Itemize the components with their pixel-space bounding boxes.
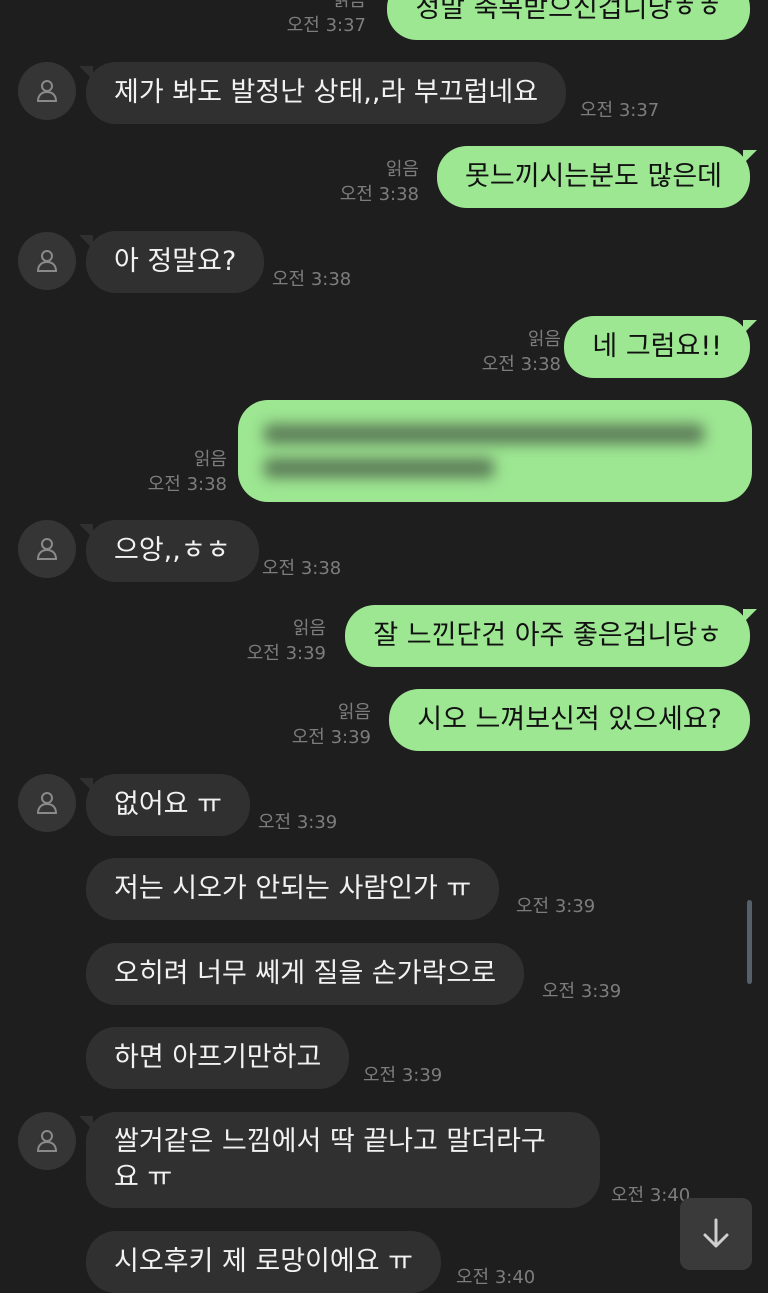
incoming-message[interactable]: 저는 시오가 안되는 사람인가 ㅠ — [86, 858, 500, 920]
incoming-message[interactable]: 시오후키 제 로망이에요 ㅠ — [86, 1231, 441, 1293]
message-time: 오전 3:38 — [147, 474, 227, 495]
avatar[interactable] — [18, 774, 76, 832]
message-text: 네 그럼요!! — [592, 331, 722, 362]
message-meta: 읽음 오전 3:38 — [340, 157, 419, 207]
message-text: 못느끼시는분도 많은데 — [465, 161, 722, 192]
read-receipt: 읽음 — [292, 618, 326, 639]
message-text: 하면 아프기만하고 — [114, 1042, 322, 1073]
read-receipt: 읽음 — [332, 0, 366, 11]
message-time: 오전 3:39 — [291, 727, 371, 748]
message-text-line: 요 ㅠ — [114, 1162, 173, 1193]
message-time: 오전 3:38 — [272, 269, 352, 290]
message-meta: 읽음 오전 3:39 — [247, 616, 326, 666]
message-text: 오히려 너무 쎄게 질을 손가락으로 — [114, 958, 497, 989]
message-time: 오전 3:38 — [481, 354, 561, 375]
message-time: 오전 3:39 — [258, 812, 338, 833]
message-text-line: 쌀거같은 느낌에서 딱 끝나고 말더라구 — [114, 1126, 546, 1157]
avatar[interactable] — [18, 520, 76, 578]
scrollbar-thumb[interactable] — [747, 900, 752, 984]
incoming-message[interactable]: 없어요 ㅠ — [79, 774, 250, 836]
person-outline-icon — [36, 792, 58, 814]
blurred-text — [264, 424, 704, 444]
person-outline-icon — [36, 1130, 58, 1152]
outgoing-message[interactable]: 잘 느낀단건 아주 좋은겁니당ㅎ — [345, 605, 757, 667]
message-time: 오전 3:40 — [611, 1185, 691, 1206]
outgoing-message[interactable]: 못느끼시는분도 많은데 — [437, 146, 757, 208]
message-meta: 읽음 오전 3:38 — [148, 447, 227, 497]
message-time: 오전 3:38 — [262, 558, 342, 579]
person-outline-icon — [36, 538, 58, 560]
message-meta: 읽음 오전 3:39 — [292, 700, 371, 750]
incoming-message[interactable]: 쌀거같은 느낌에서 딱 끝나고 말더라구 요 ㅠ — [79, 1112, 600, 1208]
message-text: 제가 봐도 발정난 상태,,라 부끄럽네요 — [114, 77, 539, 108]
message-meta: 읽음 오전 3:38 — [482, 327, 561, 377]
message-text: 시오 느껴보신적 있으세요? — [417, 704, 722, 735]
outgoing-message-blurred[interactable] — [238, 400, 752, 502]
read-receipt: 읽음 — [193, 449, 227, 470]
message-text: 아 정말요? — [114, 246, 237, 277]
message-time: 오전 3:37 — [286, 15, 366, 36]
message-time: 오전 3:37 — [580, 100, 660, 121]
avatar[interactable] — [18, 232, 76, 290]
outgoing-message[interactable]: 시오 느껴보신적 있으세요? — [389, 689, 750, 751]
message-meta: 읽음 오전 3:37 — [287, 0, 366, 38]
message-time: 오전 3:39 — [542, 981, 622, 1002]
blurred-text — [264, 458, 494, 478]
message-time: 오전 3:39 — [516, 896, 596, 917]
arrow-down-icon — [703, 1218, 729, 1248]
message-text: 으앙,,ㅎㅎ — [114, 535, 231, 566]
outgoing-message[interactable]: 정말 축복받으신겁니당ㅎㅎ — [387, 0, 750, 40]
incoming-message[interactable]: 으앙,,ㅎㅎ — [79, 520, 259, 582]
message-time: 오전 3:38 — [339, 184, 419, 205]
message-time: 오전 3:40 — [456, 1267, 536, 1288]
message-text: 시오후키 제 로망이에요 ㅠ — [114, 1246, 413, 1277]
person-outline-icon — [36, 250, 58, 272]
scroll-to-bottom-button[interactable] — [680, 1198, 752, 1270]
message-text: 정말 축복받으신겁니당ㅎㅎ — [415, 0, 722, 24]
message-text: 없어요 ㅠ — [114, 789, 222, 820]
read-receipt: 읽음 — [385, 159, 419, 180]
message-time: 오전 3:39 — [363, 1065, 443, 1086]
incoming-message[interactable]: 아 정말요? — [78, 231, 265, 293]
incoming-message[interactable]: 하면 아프기만하고 — [86, 1027, 350, 1089]
avatar[interactable] — [18, 1112, 76, 1170]
incoming-message[interactable]: 오히려 너무 쎄게 질을 손가락으로 — [86, 943, 525, 1005]
person-outline-icon — [36, 80, 58, 102]
read-receipt: 읽음 — [337, 702, 371, 723]
incoming-message[interactable]: 제가 봐도 발정난 상태,,라 부끄럽네요 — [78, 62, 567, 124]
message-text: 잘 느낀단건 아주 좋은겁니당ㅎ — [373, 620, 722, 651]
message-time: 오전 3:39 — [246, 643, 326, 664]
read-receipt: 읽음 — [527, 329, 561, 350]
outgoing-message[interactable]: 네 그럼요!! — [564, 316, 757, 378]
message-text: 저는 시오가 안되는 사람인가 ㅠ — [114, 873, 472, 904]
avatar[interactable] — [18, 62, 76, 120]
